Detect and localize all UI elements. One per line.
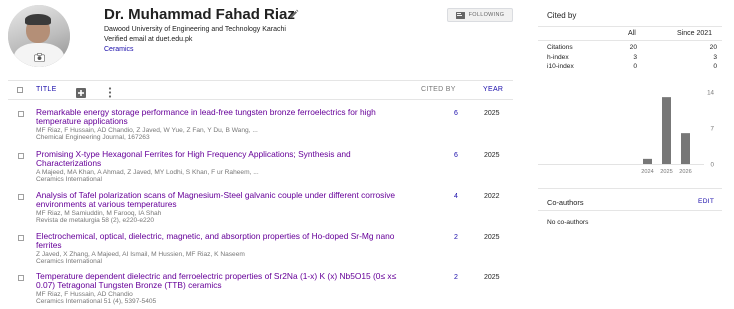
article-title[interactable]: Remarkable energy storage performance in… xyxy=(36,107,416,127)
histogram-x-label: 2024 xyxy=(641,169,653,175)
edit-pencil-icon[interactable] xyxy=(288,8,300,20)
article-title[interactable]: Temperature dependent dielectric and fer… xyxy=(36,271,416,291)
article-authors: MF Riaz, F Hussain, AD Chandio, Z Javed,… xyxy=(36,127,258,134)
cited-by-divider xyxy=(538,26,722,27)
article-venue: Revista de metalurgia 58 (2), e220-e220 xyxy=(36,217,155,224)
cited-by-title: Cited by xyxy=(547,11,577,20)
article-venue: Ceramics International xyxy=(36,258,102,265)
article-authors: Z Javed, X Zhang, A Majeed, AI Ismail, M… xyxy=(36,251,245,258)
histogram-bar xyxy=(662,97,671,164)
article-title[interactable]: Electrochemical, optical, dielectric, ma… xyxy=(36,231,416,251)
metric-since-i10-index: 0 xyxy=(713,63,717,70)
sort-by-title[interactable]: TITLE xyxy=(36,86,57,93)
profile-affiliation: Dawood University of Engineering and Tec… xyxy=(104,26,286,33)
follow-mail-icon xyxy=(455,11,465,19)
article-checkbox[interactable] xyxy=(18,153,24,159)
coauthors-title: Co-authors xyxy=(547,198,584,207)
histogram-y-tick: 14 xyxy=(707,90,714,97)
more-options-icon[interactable] xyxy=(108,85,112,98)
article-cited-count[interactable]: 6 xyxy=(450,110,462,117)
interest-link[interactable]: Ceramics xyxy=(104,46,134,53)
article-year: 2025 xyxy=(484,110,500,117)
metrics-col-since: Since 2021 xyxy=(677,30,713,37)
metrics-divider xyxy=(538,40,722,41)
coauthors-edit-button[interactable]: EDIT xyxy=(698,198,714,205)
article-year: 2025 xyxy=(484,152,500,159)
following-label: FOLLOWING xyxy=(468,12,505,18)
article-venue: Chemical Engineering Journal, 167263 xyxy=(36,134,150,141)
article-checkbox[interactable] xyxy=(18,275,24,281)
metric-label-citations[interactable]: Citations xyxy=(547,44,573,51)
sort-by-year[interactable]: YEAR xyxy=(483,86,503,93)
article-checkbox[interactable] xyxy=(18,235,24,241)
article-cited-count[interactable]: 4 xyxy=(450,193,462,200)
article-year: 2025 xyxy=(484,274,500,281)
metric-since-citations: 20 xyxy=(709,44,717,51)
histogram-y-tick: 7 xyxy=(711,126,715,133)
article-authors: MF Riaz, M Samiuddin, M Farooq, IA Shah xyxy=(36,210,162,217)
metric-all-h-index: 3 xyxy=(633,54,637,61)
histogram-x-label: 2025 xyxy=(660,169,672,175)
metric-label-h-index[interactable]: h-index xyxy=(547,54,569,61)
histogram-bar xyxy=(681,133,690,164)
following-button[interactable]: FOLLOWING xyxy=(447,8,513,22)
coauthors-divider-top xyxy=(538,188,722,189)
article-authors: MF Riaz, F Hussain, AD Chandio xyxy=(36,291,133,298)
metric-label-i10-index[interactable]: i10-index xyxy=(547,63,574,70)
histogram-x-label: 2026 xyxy=(679,169,691,175)
profile-photo[interactable] xyxy=(8,5,70,67)
metric-all-citations: 20 xyxy=(629,44,637,51)
article-cited-count[interactable]: 2 xyxy=(450,274,462,281)
article-checkbox[interactable] xyxy=(18,194,24,200)
metric-since-h-index: 3 xyxy=(713,54,717,61)
article-cited-count[interactable]: 2 xyxy=(450,234,462,241)
select-all-checkbox[interactable] xyxy=(17,87,23,93)
cited-by-column-header[interactable]: CITED BY xyxy=(421,86,456,93)
no-coauthors-text: No co-authors xyxy=(547,219,589,226)
article-venue: Ceramics International 51 (4), 5397-5405 xyxy=(36,298,157,305)
metric-all-i10-index: 0 xyxy=(633,63,637,70)
camera-icon[interactable] xyxy=(32,50,46,64)
article-title[interactable]: Analysis of Tafel polarization scans of … xyxy=(36,190,416,210)
article-checkbox[interactable] xyxy=(18,111,24,117)
metrics-col-all: All xyxy=(628,30,636,37)
histogram-y-tick: 0 xyxy=(711,162,715,169)
histogram-bar xyxy=(643,158,652,164)
add-article-icon[interactable] xyxy=(76,85,86,98)
coauthors-divider xyxy=(538,210,722,211)
article-title[interactable]: Promising X-type Hexagonal Ferrites for … xyxy=(36,149,416,169)
articles-table-header: TITLE CITED BY YEAR xyxy=(8,80,513,100)
article-venue: Ceramics International xyxy=(36,176,102,183)
citations-histogram: 14 7 0 2024 2025 2026 xyxy=(538,90,715,175)
article-cited-count[interactable]: 6 xyxy=(450,152,462,159)
article-year: 2022 xyxy=(484,193,500,200)
article-authors: A Majeed, MA Khan, A Ahmad, Z Javed, MY … xyxy=(36,169,259,176)
profile-verified-email: Verified email at duet.edu.pk xyxy=(104,36,193,43)
profile-name: Dr. Muhammad Fahad Riaz xyxy=(104,6,295,23)
article-year: 2025 xyxy=(484,234,500,241)
photo-hair xyxy=(25,14,51,25)
